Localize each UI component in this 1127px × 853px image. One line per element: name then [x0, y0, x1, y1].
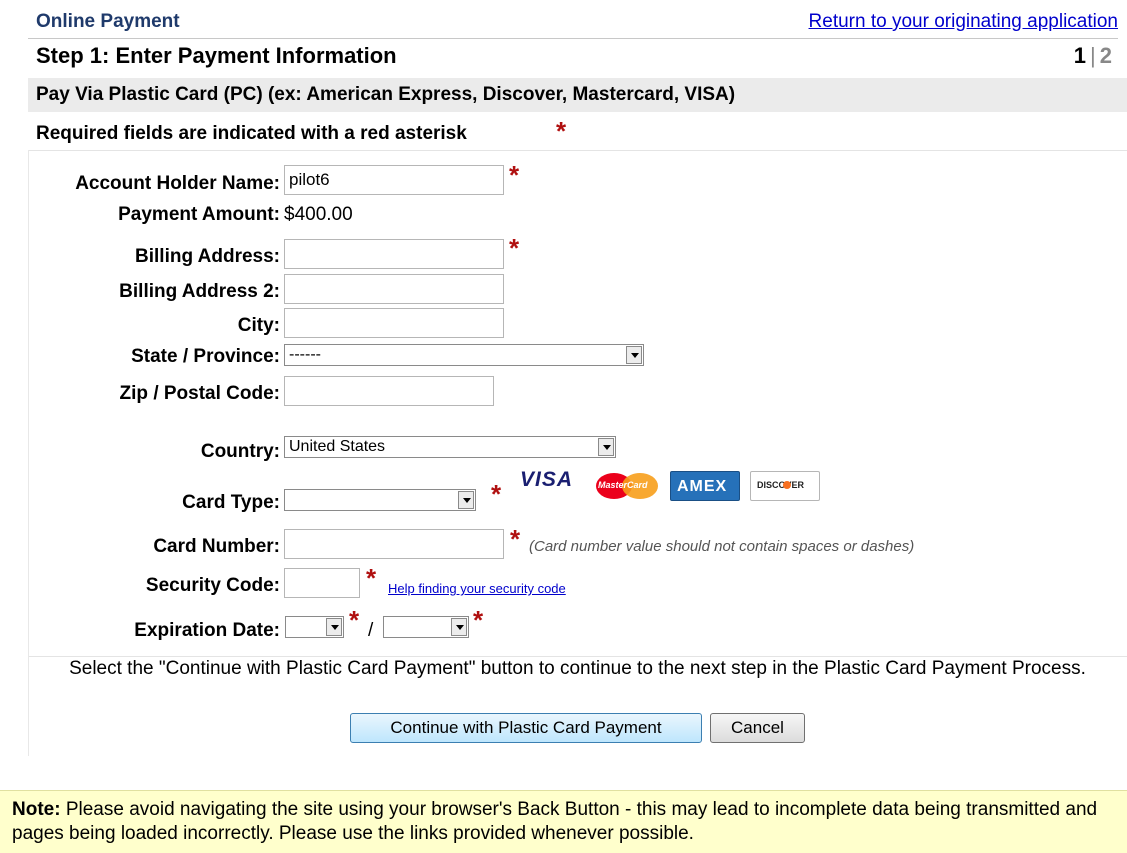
chevron-down-icon	[626, 346, 642, 364]
city-label: City:	[237, 315, 280, 336]
note-body: Please avoid navigating the site using y…	[12, 799, 1098, 844]
expiration-date-label: Expiration Date:	[134, 620, 280, 641]
note-label: Note:	[12, 799, 61, 820]
billing-address-2-input[interactable]	[284, 274, 504, 304]
payment-method-title: Pay Via Plastic Card (PC) (ex: American …	[36, 84, 736, 105]
app-title: Online Payment	[36, 11, 180, 32]
panel-edge	[28, 150, 29, 756]
expiration-separator: /	[368, 620, 374, 641]
chevron-down-icon	[598, 438, 614, 456]
payment-amount-label: Payment Amount:	[118, 204, 280, 225]
account-holder-required: *	[509, 160, 520, 190]
note-text: Note: Please avoid navigating the site u…	[12, 798, 1112, 846]
billing-address-input[interactable]	[284, 239, 504, 269]
country-label: Country:	[200, 441, 280, 462]
mastercard-logo-icon: MasterCard	[594, 472, 664, 500]
amex-logo-icon: AMEX	[670, 471, 740, 501]
card-type-select[interactable]	[284, 489, 476, 511]
required-asterisk: *	[556, 116, 567, 146]
step-next: 2	[1099, 43, 1112, 68]
card-number-label: Card Number:	[153, 536, 280, 557]
required-note-row: Required fields are indicated with a red…	[28, 112, 1127, 151]
chevron-down-icon	[451, 618, 467, 636]
security-code-label: Security Code:	[145, 575, 280, 596]
payment-panel: Online Payment Return to your originatin…	[28, 0, 1127, 760]
discover-logo-icon: DISCOVER	[750, 471, 820, 501]
country-select-value: United States	[289, 438, 386, 455]
return-link[interactable]: Return to your originating application	[809, 11, 1118, 33]
state-select-value: ------	[289, 346, 321, 363]
billing-address-2-label: Billing Address 2:	[119, 281, 280, 302]
continue-button[interactable]: Continue with Plastic Card Payment	[350, 713, 702, 743]
required-note: Required fields are indicated with a red…	[36, 123, 467, 145]
expiration-month-select[interactable]	[285, 616, 344, 638]
amex-logo-text: AMEX	[677, 478, 728, 495]
card-number-required: *	[510, 524, 521, 554]
city-input[interactable]	[284, 308, 504, 338]
payment-amount-value: $400.00	[284, 204, 353, 225]
mastercard-logo-text: MasterCard	[598, 480, 648, 490]
payment-method-bar: Pay Via Plastic Card (PC) (ex: American …	[28, 78, 1127, 112]
chevron-down-icon	[326, 618, 342, 636]
expiration-year-select[interactable]	[383, 616, 469, 638]
card-type-label: Card Type:	[182, 492, 280, 513]
expiration-year-required: *	[473, 605, 484, 635]
state-select[interactable]: ------	[284, 344, 644, 366]
security-code-help-link[interactable]: Help finding your security code	[388, 581, 566, 596]
visa-logo-icon: VISA	[516, 466, 588, 496]
note-box: Note: Please avoid navigating the site u…	[0, 790, 1127, 853]
zip-input[interactable]	[284, 376, 494, 406]
step-indicator: 1 | 2	[1074, 43, 1112, 69]
state-label: State / Province:	[131, 346, 280, 367]
visa-logo-text: VISA	[520, 468, 574, 491]
account-holder-input[interactable]	[284, 165, 504, 195]
required-note-text: Required fields are indicated with a red…	[36, 123, 467, 144]
step-title: Step 1: Enter Payment Information	[36, 43, 397, 68]
account-holder-label: Account Holder Name:	[75, 173, 280, 194]
billing-address-label: Billing Address:	[135, 246, 280, 267]
step-separator: |	[1090, 43, 1096, 68]
step-current: 1	[1073, 43, 1087, 68]
card-number-input[interactable]	[284, 529, 504, 559]
zip-label: Zip / Postal Code:	[119, 383, 280, 404]
security-code-input[interactable]	[284, 568, 360, 598]
country-select[interactable]: United States	[284, 436, 616, 458]
card-number-hint: (Card number value should not contain sp…	[529, 538, 915, 555]
billing-address-required: *	[509, 233, 520, 263]
card-type-required: *	[491, 479, 502, 509]
security-code-required: *	[366, 563, 377, 593]
step-row: Step 1: Enter Payment Information 1 | 2	[28, 40, 1118, 72]
cancel-button[interactable]: Cancel	[710, 713, 805, 743]
expiration-month-required: *	[349, 605, 360, 635]
discover-logo-text: DISCOVER	[757, 480, 805, 490]
chevron-down-icon	[458, 491, 474, 509]
header: Online Payment Return to your originatin…	[28, 8, 1118, 39]
instruction-text: Select the "Continue with Plastic Card P…	[28, 656, 1127, 681]
